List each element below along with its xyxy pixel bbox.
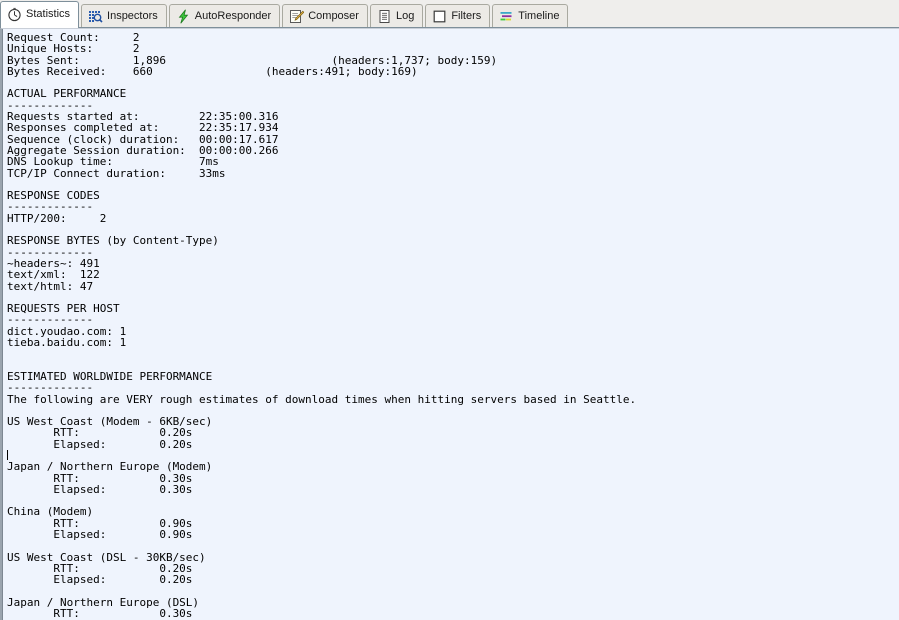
notepad-pencil-icon — [289, 9, 305, 24]
tab-filters-label: Filters — [451, 9, 482, 22]
tab-filters[interactable]: Filters — [425, 4, 491, 27]
statistics-pane[interactable]: Request Count: 2 Unique Hosts: 2 Bytes S… — [0, 28, 899, 620]
tab-inspectors[interactable]: Inspectors — [81, 4, 167, 27]
stopwatch-icon — [7, 7, 22, 22]
tab-autoresponder-label: AutoResponder — [194, 9, 272, 22]
tab-timeline-label: Timeline — [518, 9, 560, 22]
tab-statistics-label: Statistics — [26, 8, 71, 20]
tab-log[interactable]: Log — [369, 4, 424, 27]
inspectors-icon — [88, 9, 103, 24]
lightning-icon — [176, 9, 191, 24]
tab-autoresponder[interactable]: AutoResponder — [168, 4, 281, 27]
statistics-report-text[interactable]: Request Count: 2 Unique Hosts: 2 Bytes S… — [2, 29, 899, 620]
text-caret — [7, 449, 8, 460]
square-icon — [432, 9, 447, 24]
fiddler-statistics-window: Statistics Inspectors AutoResponder Comp… — [0, 0, 899, 620]
tab-statistics[interactable]: Statistics — [0, 1, 80, 28]
document-icon — [377, 9, 392, 24]
tab-composer-label: Composer — [308, 9, 359, 22]
tab-inspectors-label: Inspectors — [107, 9, 158, 22]
tab-timeline[interactable]: Timeline — [492, 4, 569, 27]
timeline-bars-icon — [499, 9, 514, 24]
statistics-report-body: Request Count: 2 Unique Hosts: 2 Bytes S… — [7, 31, 637, 620]
tab-bar: Statistics Inspectors AutoResponder Comp… — [0, 0, 899, 28]
tab-composer[interactable]: Composer — [282, 4, 368, 27]
tab-log-label: Log — [395, 9, 415, 22]
